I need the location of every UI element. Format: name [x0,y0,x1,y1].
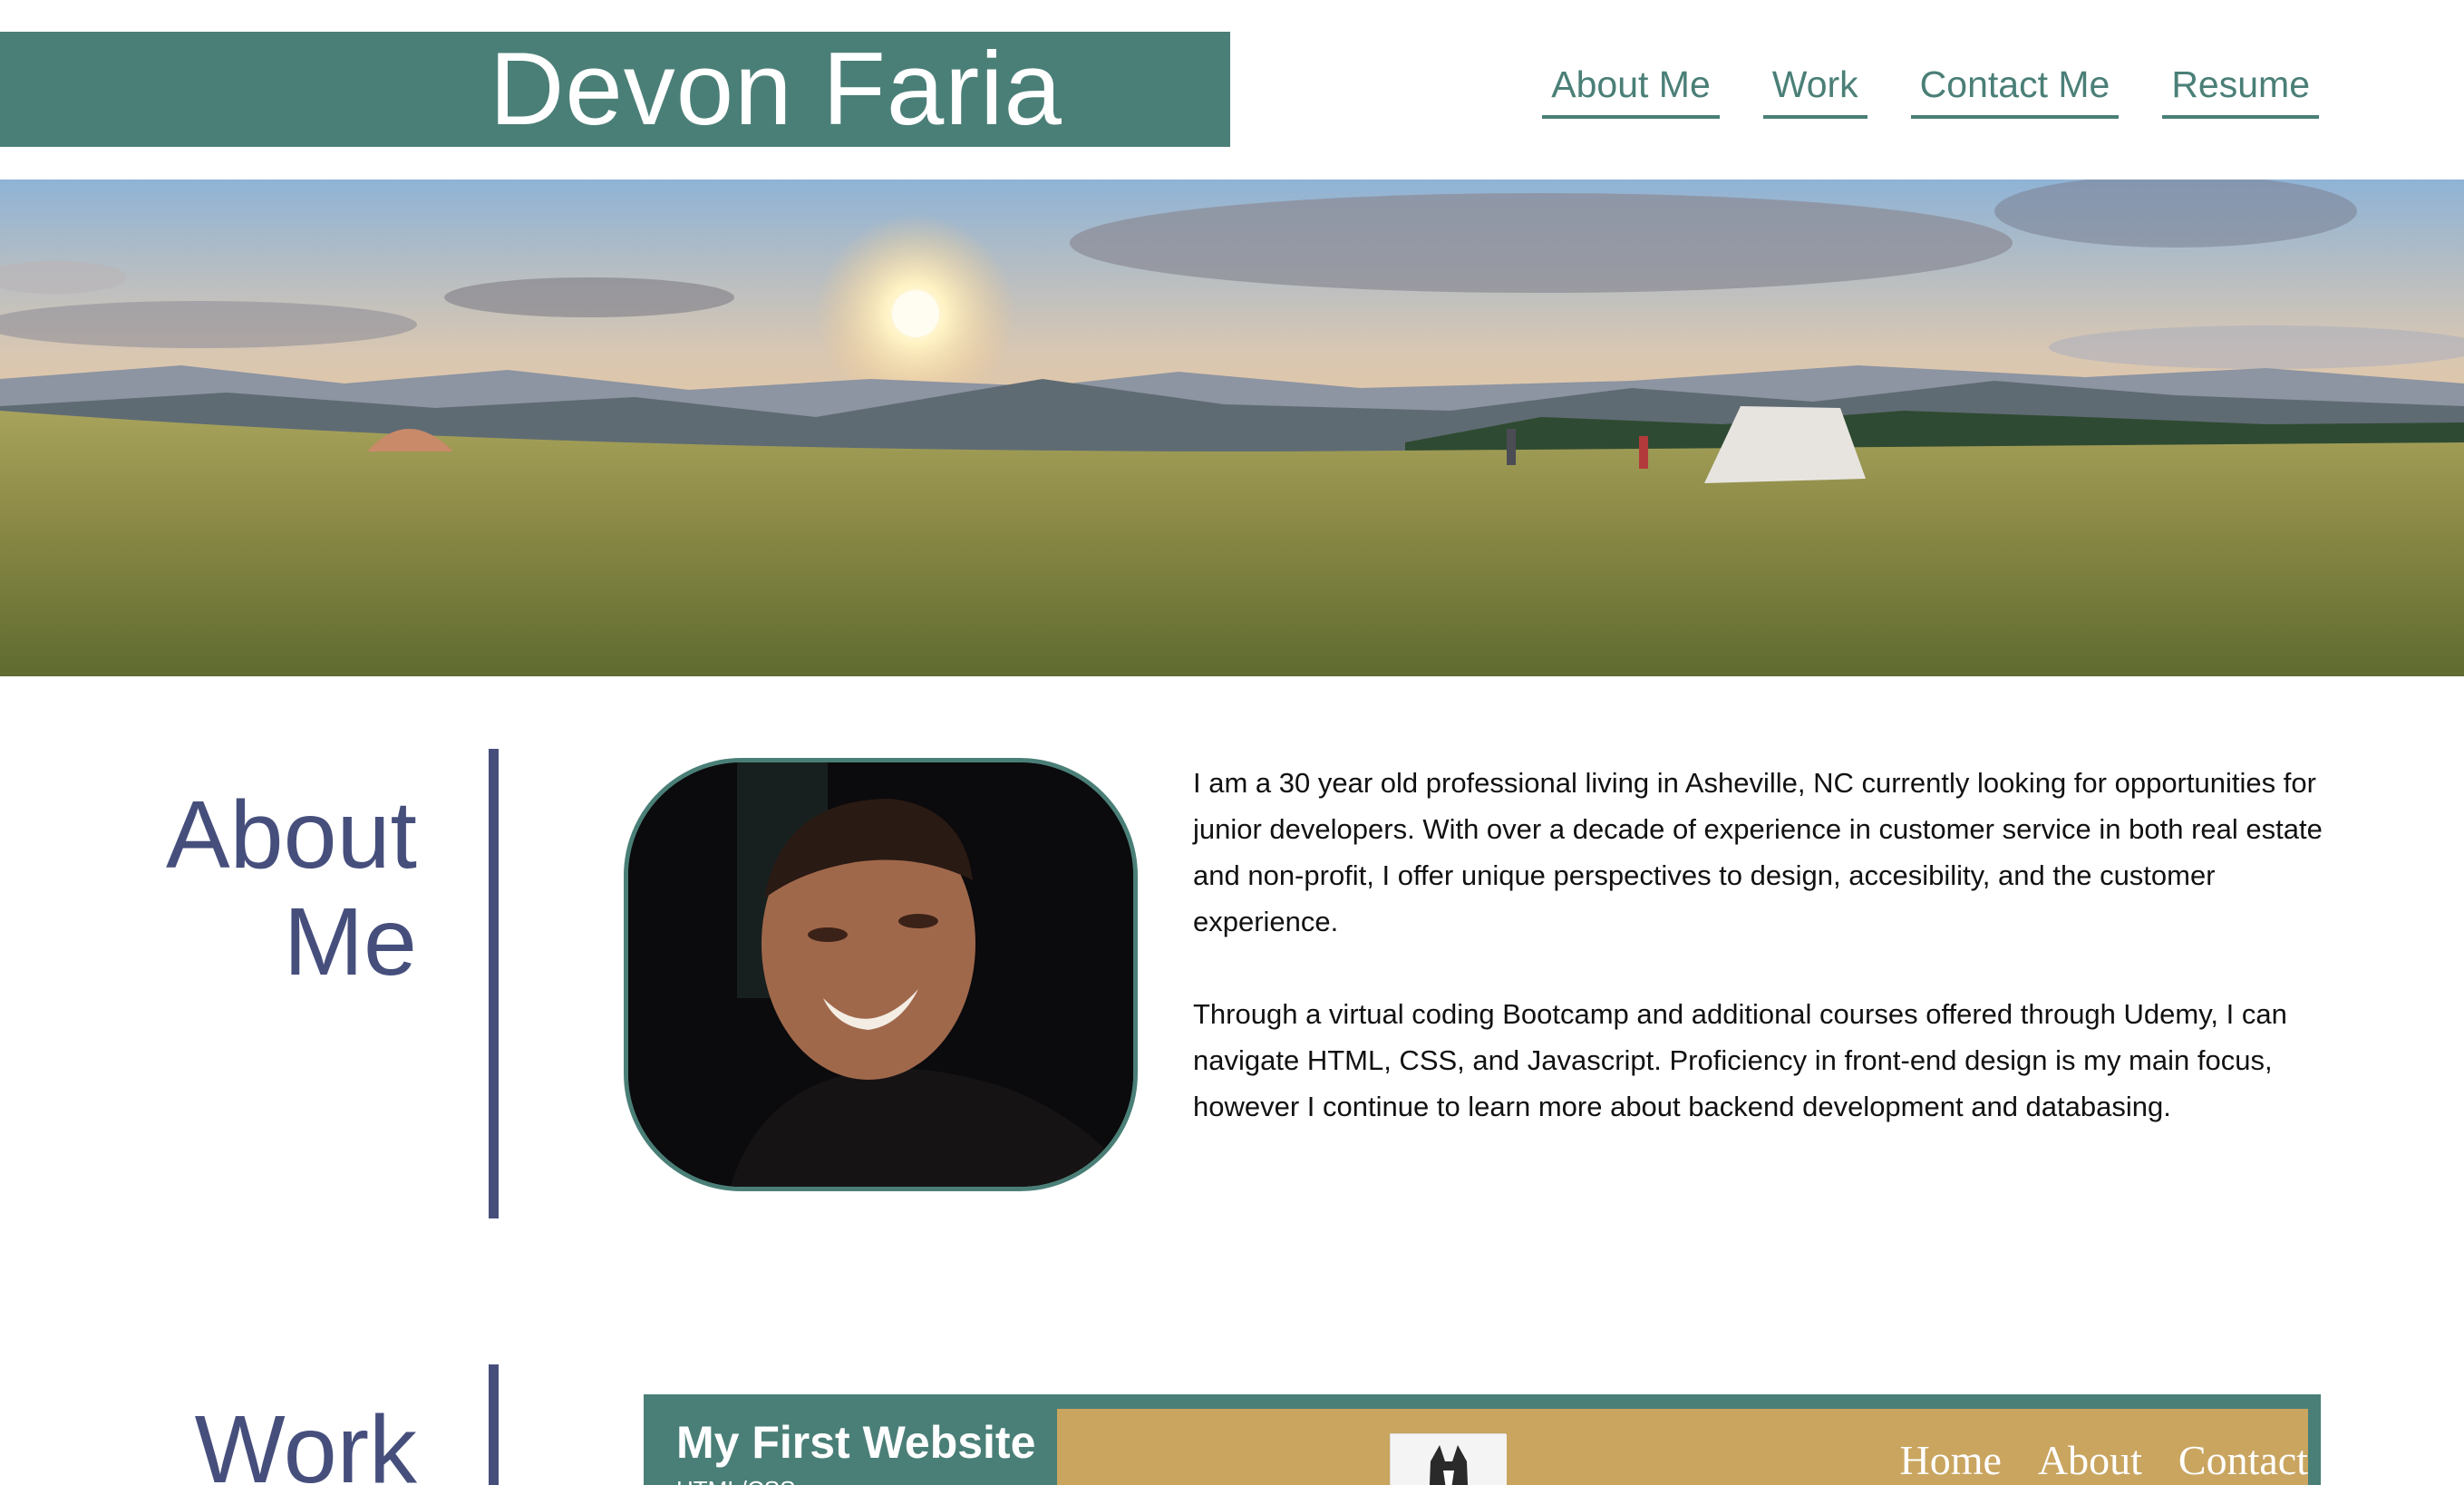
project-card[interactable]: My First Website HTML/CSS Home About Con… [644,1394,2321,1485]
about-paragraph-1: I am a 30 year old professional living i… [1193,767,2323,937]
nav-resume[interactable]: Resume [2162,60,2319,119]
preview-nav: Home About Contact [1900,1436,2309,1484]
preview-nav-contact: Contact [2178,1437,2308,1483]
project-title: My First Website [676,1417,1036,1468]
about-text: I am a 30 year old professional living i… [1193,760,2344,1176]
work-divider [489,1364,499,1485]
project-preview-image: Home About Contact [1057,1409,2308,1485]
about-paragraph-2: Through a virtual coding Bootcamp and ad… [1193,998,2287,1122]
dog-photo-thumbnail [1390,1433,1507,1485]
profile-photo [624,758,1138,1191]
site-title: Devon Faria [490,32,1062,147]
about-heading-line2: Me [283,888,417,995]
about-heading-line1: About [165,781,417,888]
nav-contact-me[interactable]: Contact Me [1910,60,2120,119]
nav-about-me[interactable]: About Me [1542,60,1720,119]
work-heading: Work [194,1396,417,1485]
about-heading: About Me [54,781,417,995]
about-divider [489,749,499,1218]
site-header: Devon Faria About Me Work Contact Me Res… [0,0,2464,180]
preview-nav-home: Home [1899,1437,2002,1483]
hero-landscape-image [0,180,2464,676]
nav-work[interactable]: Work [1762,60,1867,119]
main-nav: About Me Work Contact Me Resume [1542,60,2319,119]
preview-nav-about: About [2037,1437,2142,1483]
project-subtitle: HTML/CSS [676,1476,795,1485]
